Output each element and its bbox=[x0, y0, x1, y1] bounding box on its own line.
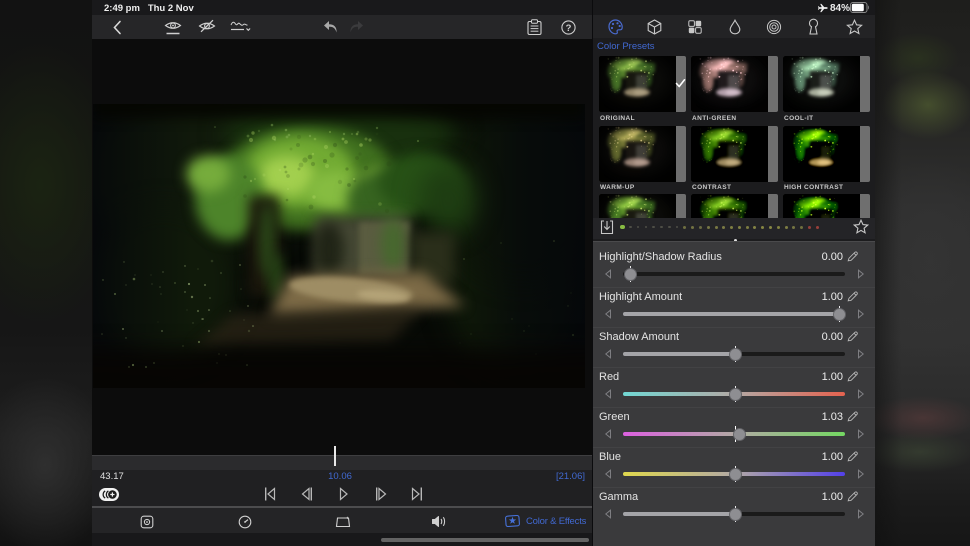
svg-text:?: ? bbox=[566, 23, 572, 34]
